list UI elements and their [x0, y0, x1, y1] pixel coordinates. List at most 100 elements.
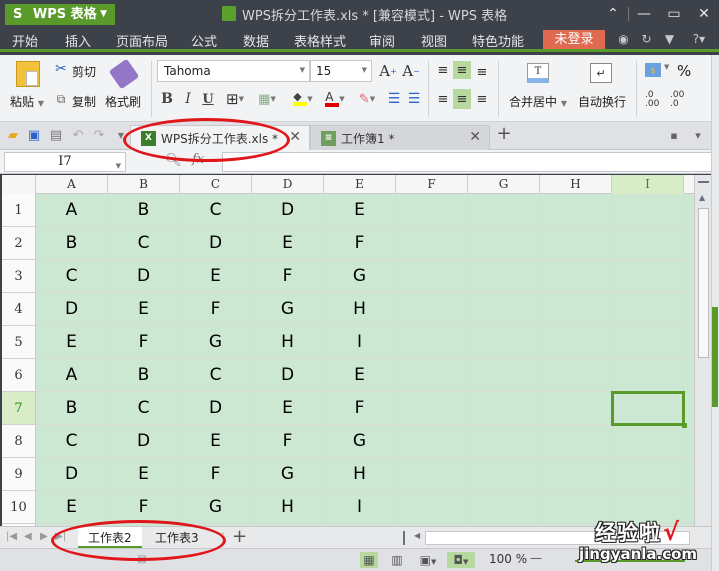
menu-table-style[interactable]: 表格样式 [294, 31, 346, 50]
cell-b5[interactable]: F [108, 326, 180, 359]
cell-c4[interactable]: F [180, 293, 252, 326]
cell-j9[interactable] [684, 458, 694, 491]
cell-e6[interactable]: E [324, 359, 396, 392]
cell-f3[interactable] [396, 260, 468, 293]
active-cell-selection[interactable] [611, 391, 685, 426]
cell-i8[interactable] [612, 425, 684, 458]
skin-icon[interactable]: ▼ [663, 33, 676, 46]
grow-font-button[interactable]: A + [378, 61, 398, 81]
column-header-f[interactable]: F [396, 175, 468, 194]
first-sheet-icon[interactable]: |◀ [6, 531, 17, 542]
cell-g4[interactable] [468, 293, 540, 326]
window-layout-icon[interactable]: ▪ [666, 128, 682, 144]
column-header-b[interactable]: B [108, 175, 180, 194]
cell-j8[interactable] [684, 425, 694, 458]
cell-g5[interactable] [468, 326, 540, 359]
cell-a9[interactable]: D [36, 458, 108, 491]
tab-list-icon[interactable]: ▾ [690, 128, 706, 144]
underline-button[interactable]: U [200, 90, 216, 108]
cell-a10[interactable]: E [36, 491, 108, 524]
cell-h5[interactable] [540, 326, 612, 359]
cell-a4[interactable]: D [36, 293, 108, 326]
cell-d8[interactable]: F [252, 425, 324, 458]
cell-g8[interactable] [468, 425, 540, 458]
row-header-1[interactable]: 1 [2, 194, 36, 227]
doc-tab-wps-split[interactable]: X WPS拆分工作表.xls * ✕ [130, 125, 310, 150]
cell-b4[interactable]: E [108, 293, 180, 326]
row-header-5[interactable]: 5 [2, 326, 36, 359]
number-format-icon[interactable]: $ [645, 63, 661, 77]
cell-d7[interactable]: E [252, 392, 324, 425]
cell-d5[interactable]: H [252, 326, 324, 359]
cell-d9[interactable]: G [252, 458, 324, 491]
percent-button[interactable]: % [677, 62, 691, 80]
cell-b9[interactable]: E [108, 458, 180, 491]
align-left-button[interactable]: ≡ [434, 89, 452, 109]
row-header-4[interactable]: 4 [2, 293, 36, 326]
paste-icon[interactable] [16, 61, 40, 87]
cell-e1[interactable]: E [324, 194, 396, 227]
cell-f7[interactable] [396, 392, 468, 425]
cell-e4[interactable]: H [324, 293, 396, 326]
cell-c7[interactable]: D [180, 392, 252, 425]
cell-g1[interactable] [468, 194, 540, 227]
clear-format-button[interactable]: ✎ ▼ [352, 90, 382, 108]
zoom-out-button[interactable]: — [530, 551, 542, 565]
redo-icon[interactable]: ↷ [91, 128, 107, 144]
column-header-h[interactable]: H [540, 175, 612, 194]
cell-f4[interactable] [396, 293, 468, 326]
cell-e9[interactable]: H [324, 458, 396, 491]
shrink-font-button[interactable]: A − [401, 61, 421, 81]
cell-h9[interactable] [540, 458, 612, 491]
print-preview-icon[interactable]: ▤ [48, 128, 64, 144]
column-header-a[interactable]: A [36, 175, 108, 194]
cell-h2[interactable] [540, 227, 612, 260]
cell-e3[interactable]: G [324, 260, 396, 293]
row-header-9[interactable]: 9 [2, 458, 36, 491]
cell-e7[interactable]: F [324, 392, 396, 425]
reading-mode-button[interactable]: ▣▼ [414, 552, 442, 568]
row-header-7[interactable]: 7 [2, 392, 36, 425]
cell-c9[interactable]: F [180, 458, 252, 491]
cell-a5[interactable]: E [36, 326, 108, 359]
cell-g9[interactable] [468, 458, 540, 491]
row-header-10[interactable]: 10 [2, 491, 36, 524]
row-header-3[interactable]: 3 [2, 260, 36, 293]
borders-button[interactable]: ⊞ ▼ [222, 90, 248, 108]
menu-review[interactable]: 审阅 [369, 31, 395, 50]
decrease-indent-button[interactable]: ☰ [386, 90, 402, 108]
fill-handle[interactable] [682, 423, 687, 428]
cell-j1[interactable] [684, 194, 694, 227]
cell-c5[interactable]: G [180, 326, 252, 359]
menu-special[interactable]: 特色功能 [472, 31, 524, 50]
cell-c3[interactable]: E [180, 260, 252, 293]
scroll-left-icon[interactable]: ◀ [414, 531, 420, 540]
formula-input[interactable] [222, 152, 712, 172]
align-center-button[interactable]: ≡ [453, 89, 471, 109]
increase-indent-button[interactable]: ☰ [406, 90, 422, 108]
select-all-corner[interactable] [2, 175, 36, 194]
help-icon[interactable]: ?▾ [688, 33, 710, 46]
cell-i9[interactable] [612, 458, 684, 491]
menu-page-layout[interactable]: 页面布局 [116, 31, 168, 50]
cell-style-button[interactable]: ▦ ▼ [252, 90, 282, 108]
format-painter-button[interactable]: 格式刷 [105, 93, 141, 110]
cell-d3[interactable]: F [252, 260, 324, 293]
cell-d10[interactable]: H [252, 491, 324, 524]
cell-b10[interactable]: F [108, 491, 180, 524]
cell-j5[interactable] [684, 326, 694, 359]
split-handle[interactable] [698, 181, 709, 183]
cell-b3[interactable]: D [108, 260, 180, 293]
cell-a1[interactable]: A [36, 194, 108, 227]
side-panel-toggle[interactable] [712, 307, 718, 407]
cut-button[interactable]: 剪切 [72, 63, 96, 80]
cell-g6[interactable] [468, 359, 540, 392]
menu-view[interactable]: 视图 [421, 31, 447, 50]
menu-home[interactable]: 开始 [12, 31, 39, 52]
login-button[interactable]: 未登录 [543, 30, 605, 49]
cell-i1[interactable] [612, 194, 684, 227]
cell-j7[interactable] [684, 392, 694, 425]
sheet-tab-2[interactable]: 工作表2 [78, 527, 142, 548]
cell-a7[interactable]: B [36, 392, 108, 425]
sheet-tab-3[interactable]: 工作表3 [145, 527, 209, 548]
